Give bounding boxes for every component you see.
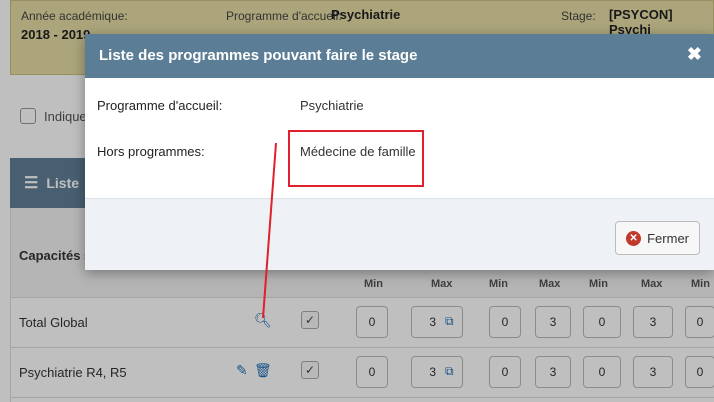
- close-button[interactable]: ✕ Fermer: [615, 221, 700, 255]
- modal-title: Liste des programmes pouvant faire le st…: [99, 47, 418, 64]
- modal-footer: ✕ Fermer: [85, 198, 714, 270]
- home-program-value: Psychiatrie: [300, 98, 364, 113]
- close-icon[interactable]: ✖: [687, 44, 702, 65]
- outside-programs-label: Hors programmes:: [97, 144, 205, 159]
- home-program-label: Programme d'accueil:: [97, 98, 223, 113]
- times-circle-icon: ✕: [626, 230, 642, 246]
- highlight-box: [288, 130, 424, 187]
- close-button-label: Fermer: [647, 230, 689, 246]
- modal-header: Liste des programmes pouvant faire le st…: [85, 34, 714, 78]
